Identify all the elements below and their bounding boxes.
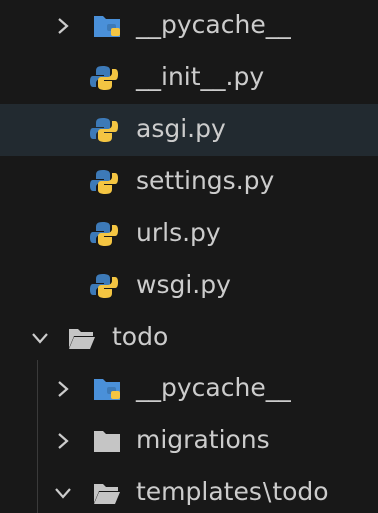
folder-open-icon <box>94 484 120 504</box>
tree-item-urls-py[interactable]: urls.py <box>0 208 378 260</box>
tree-item-label: __pycache__ <box>136 373 291 402</box>
python-file-icon <box>90 222 118 246</box>
tree-item-label: wsgi.py <box>136 270 231 299</box>
python-file-icon <box>90 118 118 142</box>
chevron-down-icon[interactable] <box>53 483 73 503</box>
tree-item-init-py[interactable]: __init__.py <box>0 52 378 104</box>
tree-item-label: __pycache__ <box>136 10 291 39</box>
python-file-icon <box>90 66 118 90</box>
chevron-right-icon[interactable] <box>53 16 73 36</box>
tree-item-label: settings.py <box>136 166 275 195</box>
tree-item-label: todo <box>112 322 169 351</box>
tree-item-todo-folder[interactable]: todo <box>0 312 378 364</box>
tree-item-label: templates\todo <box>136 474 329 510</box>
tree-item-label: asgi.py <box>136 114 226 143</box>
path-segment: templates <box>136 477 262 506</box>
chevron-right-icon[interactable] <box>53 379 73 399</box>
python-file-icon <box>90 274 118 298</box>
tree-item-settings-py[interactable]: settings.py <box>0 156 378 208</box>
tree-item-wsgi-py[interactable]: wsgi.py <box>0 260 378 312</box>
tree-item-asgi-py[interactable]: asgi.py <box>0 104 378 156</box>
chevron-down-icon[interactable] <box>30 328 50 348</box>
tree-item-pycache[interactable]: __pycache__ <box>0 0 378 52</box>
path-segment: todo <box>272 477 329 506</box>
tree-item-label: __init__.py <box>136 62 265 91</box>
path-separator: \ <box>262 477 272 506</box>
python-folder-icon <box>94 379 120 400</box>
chevron-right-icon[interactable] <box>53 431 73 451</box>
tree-item-label: migrations <box>136 425 270 454</box>
python-file-icon <box>90 170 118 194</box>
folder-open-icon <box>69 329 95 349</box>
tree-item-label: urls.py <box>136 218 221 247</box>
python-folder-icon <box>94 16 120 37</box>
folder-icon <box>94 431 120 452</box>
file-explorer-tree: __pycache__ __init__.py asgi.py settings… <box>0 0 378 513</box>
tree-item-templates-todo-folder[interactable]: templates\todo <box>0 467 378 513</box>
tree-item-todo-pycache[interactable]: __pycache__ <box>0 363 378 415</box>
tree-item-migrations-folder[interactable]: migrations <box>0 415 378 467</box>
